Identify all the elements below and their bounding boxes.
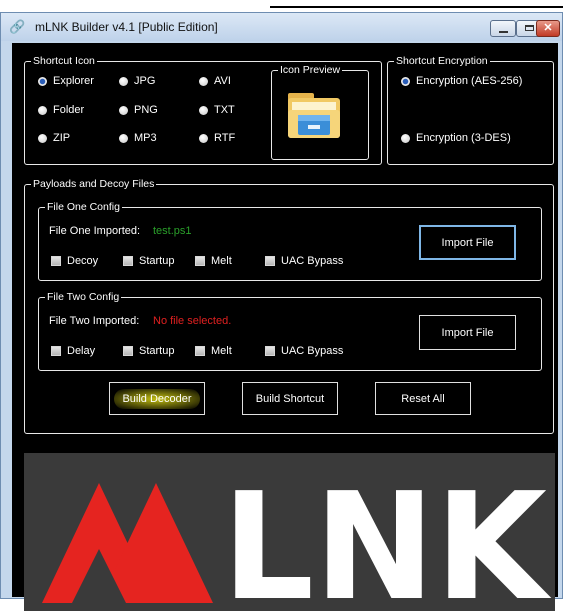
file-one-imported-value: test.ps1 [153,225,192,237]
radio-dot [199,76,208,86]
icon-preview-group: Icon Preview [271,63,369,160]
radio-dot [199,133,208,143]
radio-dot [199,105,208,115]
file-two-imported-label: File Two Imported: [49,315,140,327]
checkbox-startup[interactable]: Startup [123,255,174,267]
radio-dot [119,76,128,86]
checkbox-melt[interactable]: Melt [195,255,232,267]
lnk-banner: LNK [24,453,555,611]
radio-explorer[interactable]: Explorer [38,75,94,87]
radio-jpg[interactable]: JPG [119,75,155,87]
minimize-icon [499,31,508,33]
checkbox-delay[interactable]: Delay [51,345,95,357]
checkbox-startup-two[interactable]: Startup [123,345,174,357]
window-title: mLNK Builder v4.1 [Public Edition] [35,20,218,34]
explorer-folder-icon [284,85,344,145]
minimize-button[interactable] [490,20,516,37]
build-decoder-button[interactable]: Build Decoder [109,382,205,415]
radio-dot [119,105,128,115]
checkbox-uac-bypass[interactable]: UAC Bypass [265,255,343,267]
file-one-imported-label: File One Imported: [49,225,141,237]
checkbox-box [265,346,275,356]
import-file-one-button[interactable]: Import File [419,225,516,260]
radio-dot [38,133,47,143]
radio-avi[interactable]: AVI [199,75,231,87]
shortcut-encryption-group: Shortcut Encryption Encryption (AES-256)… [387,54,554,165]
checkbox-box [265,256,275,266]
checkbox-box [123,346,133,356]
reset-all-button[interactable]: Reset All [375,382,471,415]
radio-rtf[interactable]: RTF [199,132,235,144]
checkbox-box [123,256,133,266]
top-edge-line [270,6,563,8]
radio-dot [119,133,128,143]
checkbox-box [51,346,61,356]
icon-preview-legend: Icon Preview [278,63,343,77]
build-shortcut-button[interactable]: Build Shortcut [242,382,338,415]
import-file-two-button[interactable]: Import File [419,315,516,350]
client-area: Shortcut Icon Explorer JPG AVI Folder PN… [12,43,558,611]
checkbox-box [195,256,205,266]
file-two-config-group: File Two Config File Two Imported: No fi… [38,290,542,371]
radio-dot-checked [401,76,410,86]
radio-dot [401,133,410,143]
file-one-config-group: File One Config File One Imported: test.… [38,200,542,281]
shortcut-icon-group: Shortcut Icon Explorer JPG AVI Folder PN… [24,54,382,165]
checkbox-box [51,256,61,266]
radio-zip[interactable]: ZIP [38,132,70,144]
file-two-config-legend: File Two Config [45,290,122,304]
radio-dot [38,105,47,115]
banner-text: LNK [222,461,552,611]
maximize-icon [525,25,534,31]
payloads-group: Payloads and Decoy Files File One Config… [24,177,554,434]
link-icon: 🔗 [9,19,26,34]
checkbox-box [195,346,205,356]
checkbox-decoy[interactable]: Decoy [51,255,98,267]
shortcut-encryption-legend: Shortcut Encryption [394,54,490,68]
checkbox-melt-two[interactable]: Melt [195,345,232,357]
close-button[interactable]: ✕ [536,20,560,37]
payloads-legend: Payloads and Decoy Files [31,177,157,191]
file-two-imported-value: No file selected. [153,315,232,327]
close-icon: ✕ [543,22,553,34]
file-one-config-legend: File One Config [45,200,122,214]
radio-folder[interactable]: Folder [38,104,84,116]
radio-png[interactable]: PNG [119,104,158,116]
radio-mp3[interactable]: MP3 [119,132,157,144]
checkbox-uac-bypass-two[interactable]: UAC Bypass [265,345,343,357]
radio-aes-256[interactable]: Encryption (AES-256) [401,75,522,87]
shortcut-icon-legend: Shortcut Icon [31,54,97,68]
radio-3des[interactable]: Encryption (3-DES) [401,132,511,144]
lnk-logo: LNK [42,461,552,611]
app-window: 🔗 mLNK Builder v4.1 [Public Edition] ✕ S… [0,12,563,611]
radio-dot-checked [38,76,47,86]
radio-txt[interactable]: TXT [199,104,235,116]
title-bar[interactable]: 🔗 mLNK Builder v4.1 [Public Edition] ✕ [1,13,562,41]
